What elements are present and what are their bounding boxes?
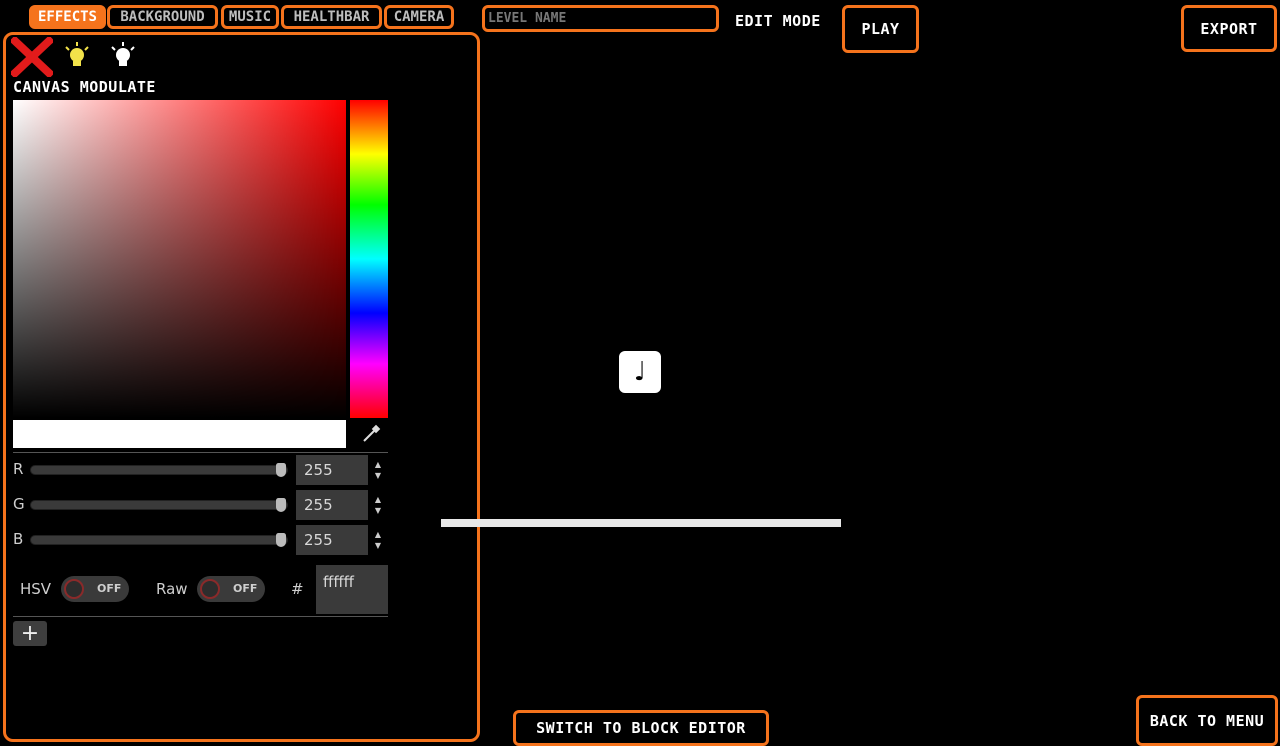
toggle-state: OFF [233,582,258,595]
tab-background[interactable]: BACKGROUND [107,5,218,29]
channel-value-input[interactable]: 255 [296,455,368,485]
edit-mode-label: EDIT MODE [735,12,821,30]
raw-toggle[interactable]: OFF [197,576,265,602]
channel-slider[interactable] [30,500,288,510]
tab-music[interactable]: MUSIC [221,5,279,29]
tab-effects[interactable]: EFFECTS [29,5,106,29]
eyedropper-icon[interactable] [361,424,381,444]
channel-label: R [13,460,24,478]
back-to-menu-button[interactable]: BACK TO MENU [1136,695,1278,746]
switch-editor-button[interactable]: SWITCH TO BLOCK EDITOR [513,710,769,746]
close-icon[interactable] [11,37,53,77]
toggle-state: OFF [97,582,122,595]
spin-arrows-icon[interactable]: ▲ ▼ [372,459,384,481]
lightbulb-on-icon[interactable] [64,42,90,68]
channel-slider[interactable] [30,535,288,545]
level-name-input[interactable]: LEVEL NAME [482,5,719,32]
ground-platform[interactable] [441,519,841,527]
slider-thumb[interactable] [276,533,286,547]
spin-arrows-icon[interactable]: ▲ ▼ [372,529,384,551]
channel-slider[interactable] [30,465,288,475]
slider-thumb[interactable] [276,498,286,512]
channel-label: B [13,530,24,548]
spin-arrows-icon[interactable]: ▲ ▼ [372,494,384,516]
export-button[interactable]: EXPORT [1181,5,1277,52]
channel-value-input[interactable]: 255 [296,525,368,555]
level-name-placeholder: LEVEL NAME [488,11,567,26]
raw-label: Raw [156,580,188,598]
saturation-value-picker[interactable] [13,100,346,418]
add-preset-button[interactable]: + [13,621,47,646]
color-preview [13,420,346,448]
hsv-label: HSV [20,580,52,598]
music-note-icon[interactable]: ♩ [619,351,661,393]
hex-hash-label: # [291,580,304,598]
tab-camera[interactable]: CAMERA [384,5,454,29]
toggle-knob [200,579,220,599]
play-button[interactable]: PLAY [842,5,919,53]
section-title: CANVAS MODULATE [13,78,156,96]
lightbulb-off-icon[interactable] [110,42,136,68]
hex-input[interactable]: ffffff [316,565,388,614]
tab-healthbar[interactable]: HEALTHBAR [281,5,382,29]
slider-thumb[interactable] [276,463,286,477]
toggle-knob [64,579,84,599]
hsv-toggle[interactable]: OFF [61,576,129,602]
separator [13,616,388,617]
hue-slider[interactable] [350,100,388,418]
separator [13,452,388,453]
channel-label: G [13,495,25,513]
channel-value-input[interactable]: 255 [296,490,368,520]
